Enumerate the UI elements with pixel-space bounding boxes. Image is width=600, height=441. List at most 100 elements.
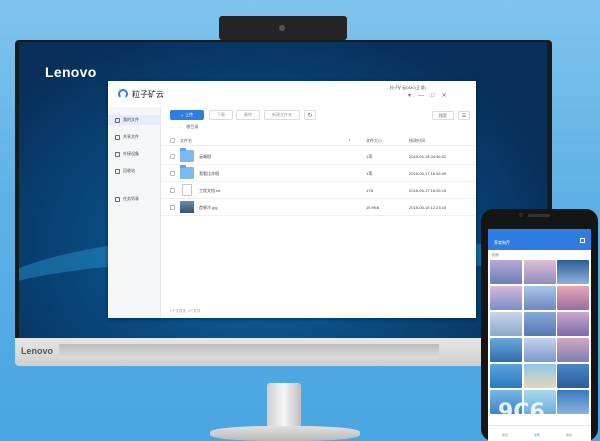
breadcrumb: ← → 根目录: [170, 124, 198, 130]
table-header: 文件名 ▼ 文件大小 修改时间: [161, 136, 476, 146]
site-watermark: 9C6: [498, 400, 545, 425]
status-bar: 2个文件夹, 2个文件: [170, 309, 201, 313]
phone-bottom-nav: 首页 文件 我的: [488, 425, 591, 441]
webcam-lens: [279, 25, 285, 31]
sidebar-item-trash[interactable]: 回收站: [108, 166, 161, 176]
file-name: 工程文档.txt: [199, 188, 221, 193]
monitor-stand-base: [210, 426, 360, 441]
photo-thumbnail[interactable]: [490, 312, 522, 336]
phone-camera: [519, 213, 523, 217]
upload-icon[interactable]: [580, 238, 585, 243]
folder-icon: [180, 148, 194, 162]
photo-thumbnail[interactable]: [557, 364, 589, 388]
photo-thumbnail[interactable]: [490, 364, 522, 388]
toolbar: + 上传 下载 删除 新建文件夹 ↻ 搜索 ☰: [161, 107, 476, 123]
sidebar: 我的文件 共享文件 外接设备 回收站 任务列表: [108, 107, 161, 318]
table-row[interactable]: 我看比亦相 1项 2018-05-17 16:06:49: [161, 165, 476, 182]
sidebar-item-my-files[interactable]: 我的文件: [108, 115, 161, 125]
column-size[interactable]: 文件大小: [366, 138, 382, 144]
photo-thumbnail[interactable]: [524, 364, 556, 388]
file-size: 1项: [366, 154, 373, 159]
photo-thumbnail[interactable]: [524, 260, 556, 284]
monitor-chin: Lenovo: [15, 338, 552, 366]
list-view-icon[interactable]: ☰: [458, 111, 470, 120]
file-name: 云端相: [199, 154, 211, 159]
phone-subtitle: 相册: [492, 253, 499, 257]
file-modified: 2018-05-18 12:23:10: [409, 205, 447, 210]
row-checkbox[interactable]: [170, 205, 175, 210]
sidebar-item-label: 共享文件: [123, 134, 139, 139]
close-icon[interactable]: ✕: [442, 92, 447, 100]
chin-speaker: [59, 344, 439, 358]
photo-thumbnail[interactable]: [524, 338, 556, 362]
chin-logo: Lenovo: [21, 346, 54, 356]
file-modified: 2018-05-18 04:56:31: [409, 154, 447, 159]
photo-thumbnail[interactable]: [557, 338, 589, 362]
nav-home[interactable]: 首页: [502, 433, 508, 437]
column-name[interactable]: 文件名: [180, 138, 192, 144]
folder-icon: [180, 165, 194, 179]
file-modified: 2018-05-17 15:26:15: [409, 188, 447, 193]
select-all-checkbox[interactable]: [170, 138, 175, 143]
nav-me[interactable]: 我的: [566, 433, 572, 437]
sort-icon[interactable]: ▼: [348, 138, 351, 142]
file-size: 15.9KB: [366, 205, 380, 210]
nav-files[interactable]: 文件: [534, 433, 540, 437]
file-modified: 2018-05-17 16:06:49: [409, 171, 447, 176]
image-thumbnail-icon: [180, 201, 194, 213]
tasks-icon: [115, 196, 120, 202]
sidebar-item-label: 回收站: [123, 168, 135, 173]
cloud-logo-icon: [118, 89, 128, 99]
photo-thumbnail[interactable]: [557, 312, 589, 336]
upload-button[interactable]: + 上传: [170, 110, 204, 120]
phone-header-title: 养育狗芹: [494, 240, 510, 245]
table-row[interactable]: 工程文档.txt 17B 2018-05-17 15:26:15: [161, 182, 476, 199]
sidebar-item-label: 我的文件: [123, 117, 139, 122]
photo-thumbnail[interactable]: [557, 260, 589, 284]
table-row[interactable]: 首果冷.jpg 15.9KB 2018-05-18 12:23:10: [161, 199, 476, 216]
upload-label: 上传: [185, 112, 194, 117]
app-title: 粒子矿云: [132, 90, 164, 99]
row-checkbox[interactable]: [170, 171, 175, 176]
breadcrumb-current[interactable]: 根目录: [186, 124, 198, 129]
refresh-icon[interactable]: ↻: [304, 110, 316, 120]
file-size: 1项: [366, 171, 373, 176]
row-checkbox[interactable]: [170, 188, 175, 193]
column-modified[interactable]: 修改时间: [409, 138, 425, 144]
menu-icon[interactable]: ▾: [408, 92, 411, 100]
file-manager-window: 粒子矿云 粒子矿云DMO(正常) ▾ — □ ✕ 我的文件 共享文件 外接设备 …: [108, 81, 476, 318]
photo-thumbnail[interactable]: [524, 286, 556, 310]
sidebar-item-label: 外接设备: [123, 151, 139, 156]
sidebar-item-devices[interactable]: 外接设备: [108, 149, 161, 159]
download-button[interactable]: 下载: [209, 110, 233, 120]
minimize-icon[interactable]: —: [418, 92, 424, 100]
photo-thumbnail[interactable]: [524, 312, 556, 336]
search-button[interactable]: 搜索: [432, 111, 454, 120]
new-folder-button[interactable]: 新建文件夹: [264, 110, 300, 120]
phone-speaker: [528, 214, 550, 217]
lenovo-wallpaper-logo: Lenovo: [45, 64, 97, 80]
back-icon[interactable]: ←: [170, 124, 174, 129]
document-icon: [182, 184, 192, 196]
file-name: 我看比亦相: [199, 171, 219, 176]
photo-thumbnail[interactable]: [490, 260, 522, 284]
trash-icon: [115, 168, 120, 174]
sidebar-item-label: 任务列表: [123, 196, 139, 201]
device-icon: [115, 151, 120, 157]
sidebar-item-shared[interactable]: 共享文件: [108, 132, 161, 142]
photo-thumbnail[interactable]: [490, 338, 522, 362]
delete-button[interactable]: 删除: [236, 110, 260, 120]
row-checkbox[interactable]: [170, 154, 175, 159]
file-name: 首果冷.jpg: [199, 205, 218, 210]
maximize-icon[interactable]: □: [431, 92, 435, 100]
photo-thumbnail[interactable]: [557, 390, 589, 414]
sidebar-item-tasks[interactable]: 任务列表: [108, 194, 161, 204]
user-account[interactable]: 粒子矿云DMO(正常): [390, 85, 426, 91]
photo-thumbnail[interactable]: [490, 286, 522, 310]
phone-header: 养育狗芹: [488, 229, 591, 250]
table-row[interactable]: 云端相 1项 2018-05-18 04:56:31: [161, 148, 476, 165]
file-size: 17B: [366, 188, 374, 193]
forward-icon[interactable]: →: [178, 124, 182, 129]
photo-thumbnail[interactable]: [557, 286, 589, 310]
webcam: [219, 16, 347, 40]
